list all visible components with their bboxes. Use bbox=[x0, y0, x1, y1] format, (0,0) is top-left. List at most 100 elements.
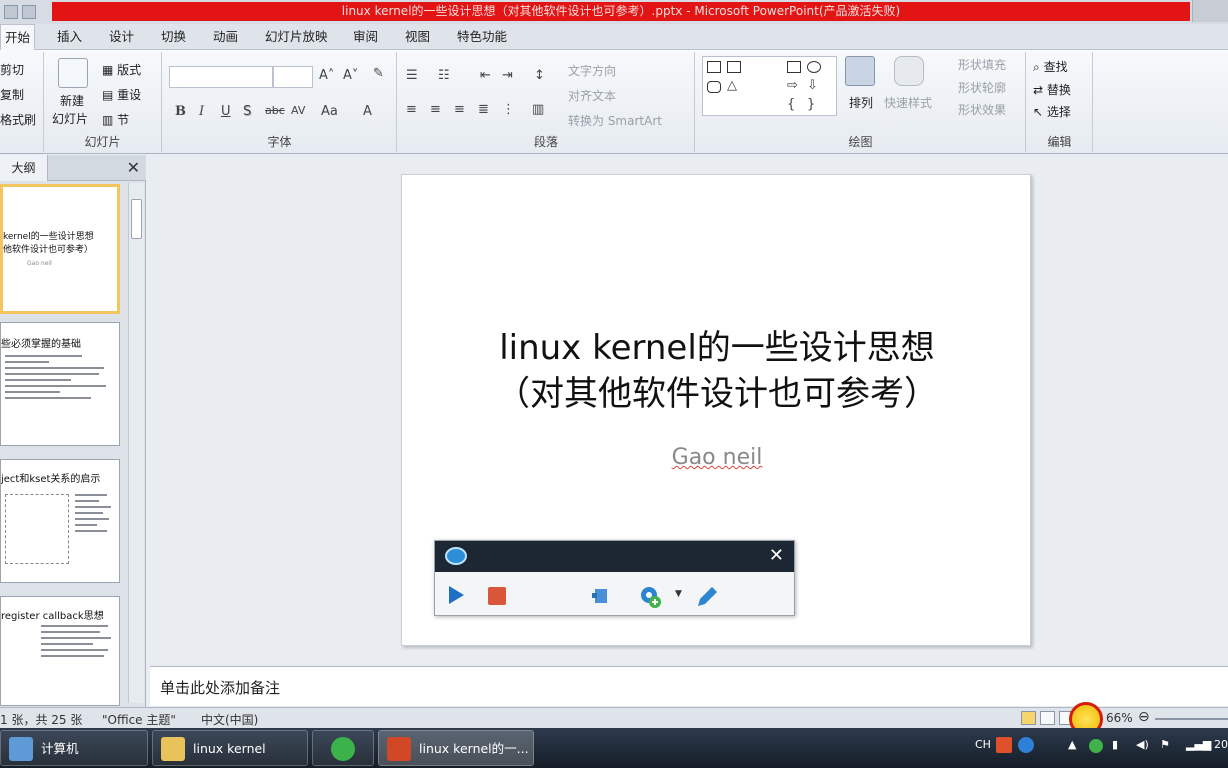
slide-thumbnail-1[interactable]: kernel的一些设计思想 他软件设计也可参考） Gao neil bbox=[0, 184, 120, 314]
replace-button[interactable]: ⇄ 替换 bbox=[1033, 81, 1071, 98]
signal-icon[interactable]: ▂▄▆ bbox=[1186, 738, 1211, 751]
zoom-out-icon[interactable]: ⊖ bbox=[1138, 709, 1150, 725]
tab-animations[interactable]: 动画 bbox=[213, 24, 238, 50]
clock[interactable]: 20 bbox=[1214, 738, 1228, 751]
line-spacing-icon[interactable]: ↕ bbox=[534, 68, 545, 83]
copy-button[interactable]: 复制 bbox=[0, 86, 24, 103]
shrink-font-icon[interactable]: A˅ bbox=[343, 68, 358, 83]
slide-thumbnail-4[interactable]: register callback思想 bbox=[0, 596, 120, 706]
triangle-shape-icon[interactable]: △ bbox=[727, 78, 737, 93]
tab-outline[interactable]: 大纲 bbox=[0, 155, 48, 181]
grow-font-icon[interactable]: A˄ bbox=[319, 68, 334, 83]
network-icon[interactable] bbox=[1089, 739, 1103, 753]
layout-button[interactable]: ▦ 版式 bbox=[102, 61, 141, 78]
taskbar-powerpoint[interactable]: linux kernel的一... bbox=[378, 730, 534, 766]
tab-features[interactable]: 特色功能 bbox=[457, 24, 507, 50]
align-right-icon[interactable]: ≡ bbox=[454, 102, 465, 117]
close-panel-icon[interactable]: ✕ bbox=[127, 158, 140, 177]
strikethrough-icon[interactable]: abc bbox=[265, 104, 285, 117]
slide-thumbnail-2[interactable]: 些必须掌握的基础 bbox=[0, 322, 120, 446]
zoom-slider[interactable] bbox=[1155, 718, 1228, 720]
show-hidden-icons[interactable]: ▲ bbox=[1068, 738, 1076, 751]
bold-icon[interactable]: B bbox=[175, 104, 186, 119]
shape-fill-button[interactable]: 形状填充 bbox=[958, 56, 1006, 73]
shape-outline-button[interactable]: 形状轮廓 bbox=[958, 79, 1006, 96]
justify-icon[interactable]: ≣ bbox=[478, 102, 489, 117]
thumbnail-scrollbar[interactable] bbox=[128, 183, 144, 703]
slide-thumbnail-3[interactable]: ject和kset关系的启示 bbox=[0, 459, 120, 583]
textbox-shape-icon[interactable] bbox=[707, 61, 721, 73]
vertical-textbox-shape-icon[interactable] bbox=[727, 61, 741, 73]
scrollbar-thumb[interactable] bbox=[131, 199, 142, 239]
section-button[interactable]: ▥ 节 bbox=[102, 111, 129, 128]
reset-button[interactable]: ▤ 重设 bbox=[102, 86, 141, 103]
action-center-icon[interactable]: ⚑ bbox=[1160, 738, 1170, 751]
zoom-level[interactable]: 66% bbox=[1106, 711, 1133, 725]
edit-pencil-icon[interactable] bbox=[695, 585, 719, 612]
webcam-dropdown-icon[interactable]: ▼ bbox=[675, 589, 682, 599]
brace-right-shape-icon[interactable]: } bbox=[807, 97, 815, 112]
stop-icon[interactable] bbox=[487, 586, 507, 609]
tab-insert[interactable]: 插入 bbox=[57, 24, 82, 50]
select-button[interactable]: ↖ 选择 bbox=[1033, 103, 1071, 120]
decrease-indent-icon[interactable]: ⇤ bbox=[480, 68, 491, 83]
slide-title[interactable]: linux kernel的一些设计思想 （对其他软件设计也可参考） bbox=[402, 325, 1032, 417]
slide-subtitle[interactable]: Gao neil bbox=[402, 445, 1032, 470]
arrow-right-shape-icon[interactable]: ⇨ bbox=[787, 78, 798, 93]
save-icon[interactable] bbox=[4, 5, 18, 19]
arrange-button[interactable]: 排列 bbox=[849, 94, 873, 111]
taskbar-browser[interactable] bbox=[312, 730, 374, 766]
clear-format-icon[interactable]: ✎ bbox=[373, 66, 384, 81]
close-icon[interactable]: ✕ bbox=[769, 545, 784, 566]
new-slide-button[interactable]: 新建 bbox=[60, 92, 84, 109]
volume-icon[interactable]: ◀) bbox=[1136, 738, 1149, 751]
shape-effects-button[interactable]: 形状效果 bbox=[958, 101, 1006, 118]
convert-smartart-button[interactable]: 转换为 SmartArt bbox=[568, 112, 662, 129]
tab-transitions[interactable]: 切换 bbox=[161, 24, 186, 50]
font-name-combo[interactable] bbox=[169, 66, 273, 88]
slide-sorter-view-button[interactable] bbox=[1040, 711, 1055, 725]
align-center-icon[interactable]: ≡ bbox=[430, 102, 441, 117]
text-direction-button[interactable]: 文字方向 bbox=[568, 62, 616, 79]
format-painter-button[interactable]: 格式刷 bbox=[0, 111, 36, 128]
taskbar-folder[interactable]: linux kernel bbox=[152, 730, 308, 766]
cut-button[interactable]: 剪切 bbox=[0, 61, 24, 78]
quick-styles-button[interactable]: 快速样式 bbox=[884, 94, 932, 111]
tab-slideshow[interactable]: 幻灯片放映 bbox=[265, 24, 328, 50]
change-case-icon[interactable]: Aa bbox=[321, 104, 338, 119]
new-slide-dropdown[interactable]: 幻灯片 bbox=[52, 110, 88, 127]
sogou-icon[interactable] bbox=[996, 737, 1012, 753]
find-button[interactable]: ⌕ 查找 bbox=[1033, 58, 1068, 75]
shadow-icon[interactable]: S bbox=[243, 104, 251, 119]
tab-home[interactable]: 开始 bbox=[0, 24, 36, 51]
bullets-icon[interactable]: ☰ bbox=[406, 68, 418, 83]
play-icon[interactable] bbox=[447, 585, 465, 608]
shapes-gallery[interactable]: △ ⇨ ⇩ { } bbox=[702, 56, 837, 116]
tab-view[interactable]: 视图 bbox=[405, 24, 430, 50]
quick-access-dropdown-icon[interactable] bbox=[22, 5, 36, 19]
tab-design[interactable]: 设计 bbox=[109, 24, 134, 50]
taskbar-computer[interactable]: 计算机 bbox=[0, 730, 148, 766]
align-text-button[interactable]: 对齐文本 bbox=[568, 87, 616, 104]
normal-view-button[interactable] bbox=[1021, 711, 1036, 725]
arrow-down-shape-icon[interactable]: ⇩ bbox=[807, 78, 818, 93]
notes-pane[interactable]: 单击此处添加备注 bbox=[150, 666, 1228, 706]
underline-icon[interactable]: U bbox=[221, 104, 231, 119]
increase-indent-icon[interactable]: ⇥ bbox=[502, 68, 513, 83]
oval-shape-icon[interactable] bbox=[807, 61, 821, 73]
font-color-icon[interactable]: A bbox=[363, 104, 372, 119]
tab-review[interactable]: 审阅 bbox=[353, 24, 378, 50]
pen-tool-icon[interactable] bbox=[591, 585, 613, 610]
rounded-rect-shape-icon[interactable] bbox=[707, 81, 721, 93]
brace-left-shape-icon[interactable]: { bbox=[787, 97, 795, 112]
distribute-icon[interactable]: ⋮ bbox=[502, 102, 515, 117]
webcam-add-icon[interactable] bbox=[639, 585, 663, 612]
help-icon[interactable] bbox=[1018, 737, 1034, 753]
numbering-icon[interactable]: ☷ bbox=[438, 68, 450, 83]
font-size-combo[interactable] bbox=[273, 66, 313, 88]
char-spacing-icon[interactable]: AV bbox=[291, 104, 305, 117]
power-icon[interactable]: ▮ bbox=[1112, 738, 1118, 751]
align-left-icon[interactable]: ≡ bbox=[406, 102, 417, 117]
italic-icon[interactable]: I bbox=[199, 104, 204, 119]
rectangle-shape-icon[interactable] bbox=[787, 61, 801, 73]
